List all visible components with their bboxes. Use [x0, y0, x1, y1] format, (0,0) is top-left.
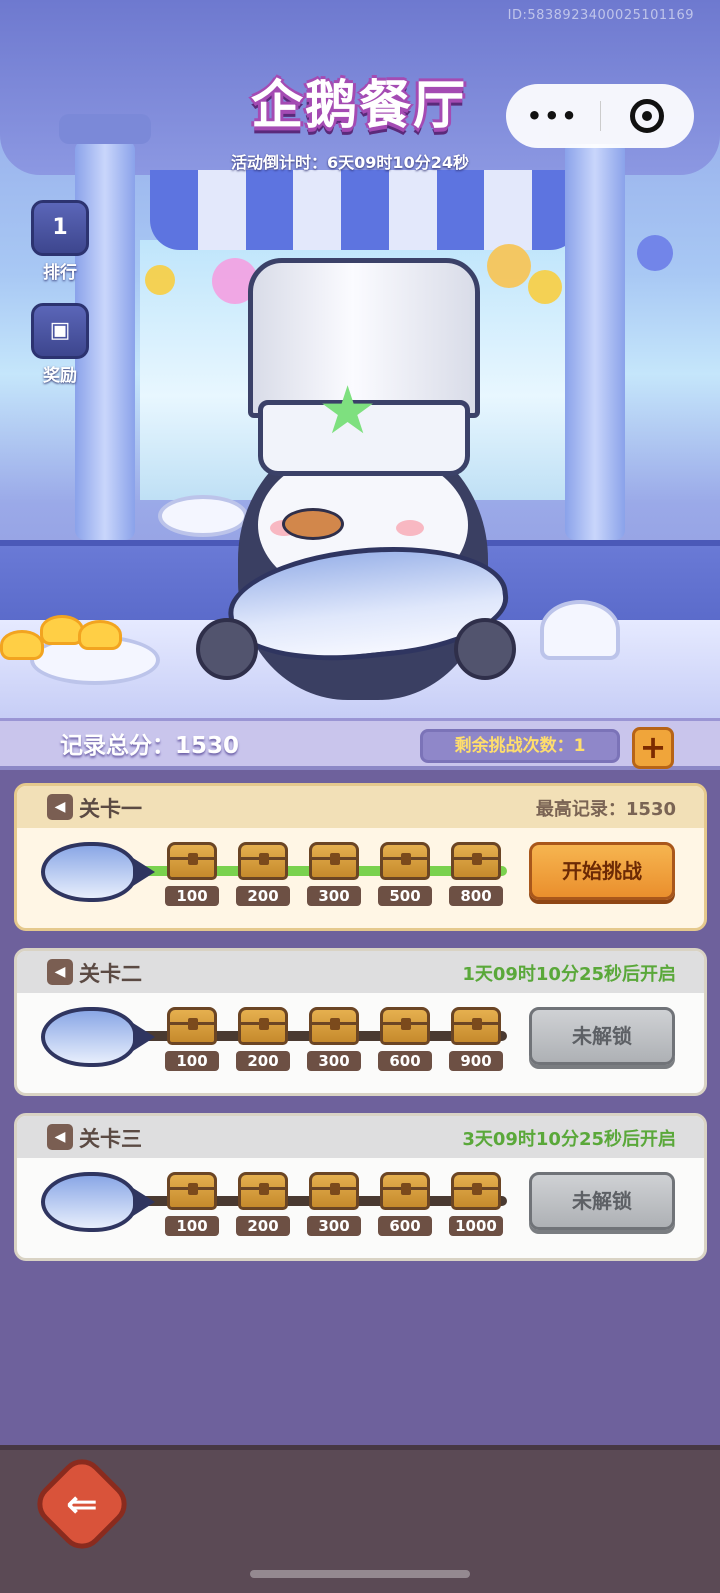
fish-flag-icon: ◀: [47, 959, 73, 985]
treasure-chest-icon: [451, 842, 501, 880]
fish-flag-icon: ◀: [47, 1124, 73, 1150]
unlock-countdown: 1天09时10分25秒后开启: [462, 964, 676, 985]
treasure-chest-icon: ▣: [31, 303, 89, 359]
device-id: ID:5838923400025101169: [507, 8, 694, 23]
penguin-fist: [454, 618, 516, 680]
balloon: [637, 235, 673, 271]
treasure-chest-icon: [380, 1007, 430, 1045]
penguin-beak: [282, 508, 344, 540]
milestone-score: 100: [165, 1216, 219, 1236]
more-dots-icon[interactable]: •••: [506, 102, 600, 130]
milestone-score: 900: [449, 1051, 503, 1071]
milestone-score: 100: [165, 886, 219, 906]
unlock-countdown: 3天09时10分25秒后开启: [462, 1129, 676, 1150]
mini-program-capsule: •••: [506, 84, 694, 148]
milestone-score: 200: [236, 886, 290, 906]
treasure-chest-icon: [380, 1172, 430, 1210]
milestone-score: 200: [236, 1051, 290, 1071]
level-card-2: ◀ 关卡二 1天09时10分25秒后开启 100 200 300 600 900…: [14, 948, 707, 1096]
treasure-chest-icon: [167, 842, 217, 880]
milestone-chest[interactable]: 300: [305, 842, 363, 906]
start-challenge-button[interactable]: 开始挑战: [529, 842, 675, 900]
milestone-score: 300: [307, 886, 361, 906]
treasure-chest-icon: [167, 1007, 217, 1045]
game-title: 企鹅餐厅: [250, 76, 467, 136]
rewards-button[interactable]: ▣ 奖励: [30, 303, 90, 386]
treasure-chest-icon: [238, 1172, 288, 1210]
milestone-score: 600: [378, 1216, 432, 1236]
total-score: 记录总分：1530: [60, 733, 240, 759]
milestone-score: 500: [378, 886, 432, 906]
milestone-score: 1000: [449, 1216, 503, 1236]
ranking-podium-icon: 1: [31, 200, 89, 256]
treasure-chest-icon: [238, 1007, 288, 1045]
treasure-chest-icon: [309, 1172, 359, 1210]
level-name: 关卡三: [79, 1127, 142, 1151]
fish-plate: [158, 495, 248, 537]
balloon: [487, 244, 531, 288]
milestone-chest[interactable]: 100: [163, 842, 221, 906]
right-pillar: [549, 114, 641, 540]
treasure-chest-icon: [380, 842, 430, 880]
level-header: ◀ 关卡三 3天09时10分25秒后开启: [17, 1116, 704, 1158]
milestone-chest[interactable]: 100: [163, 1007, 221, 1071]
milestone-chest[interactable]: 300: [305, 1172, 363, 1236]
fish-icon: [41, 842, 155, 902]
ranking-label: 排行: [43, 263, 77, 283]
lemon-slice: [0, 630, 44, 660]
milestone-score: 800: [449, 886, 503, 906]
level-name: 关卡二: [79, 962, 142, 986]
cloche: [540, 600, 620, 660]
event-countdown: 活动倒计时：6天09时10分24秒: [231, 153, 469, 172]
best-record: 最高记录：1530: [535, 799, 676, 820]
treasure-chest-icon: [167, 1172, 217, 1210]
milestone-chest[interactable]: 200: [234, 842, 292, 906]
level-name: 关卡一: [79, 797, 142, 821]
treasure-chest-icon: [238, 842, 288, 880]
treasure-chest-icon: [451, 1172, 501, 1210]
treasure-chest-icon: [309, 842, 359, 880]
milestone-score: 100: [165, 1051, 219, 1071]
penguin-fist: [196, 618, 258, 680]
milestone-chest[interactable]: 500: [376, 842, 434, 906]
fish-icon: [41, 1007, 155, 1067]
milestone-chest[interactable]: 600: [376, 1172, 434, 1236]
rewards-label: 奖励: [43, 366, 77, 386]
striped-awning: [150, 170, 580, 250]
locked-button[interactable]: 未解锁: [529, 1007, 675, 1065]
balloon: [145, 265, 175, 295]
treasure-chest-icon: [309, 1007, 359, 1045]
milestone-score: 600: [378, 1051, 432, 1071]
milestone-chest[interactable]: 600: [376, 1007, 434, 1071]
milestone-score: 300: [307, 1051, 361, 1071]
milestone-score: 300: [307, 1216, 361, 1236]
milestone-chest[interactable]: 200: [234, 1172, 292, 1236]
milestone-chest[interactable]: 1000: [447, 1172, 505, 1236]
back-arrow-icon: ⇐: [66, 1482, 98, 1526]
mini-program-close-icon[interactable]: [601, 99, 695, 133]
milestone-chest[interactable]: 900: [447, 1007, 505, 1071]
lemon-slice: [78, 620, 122, 650]
ranking-button[interactable]: 1 排行: [30, 200, 90, 283]
level-header: ◀ 关卡一 最高记录：1530: [17, 786, 704, 828]
level-card-3: ◀ 关卡三 3天09时10分25秒后开启 100 200 300 600 100…: [14, 1113, 707, 1261]
balloon: [528, 270, 562, 304]
home-indicator: [250, 1570, 470, 1578]
plus-icon[interactable]: +: [632, 727, 674, 769]
fish-icon: [41, 1172, 155, 1232]
star-icon: ★: [318, 372, 378, 449]
milestone-chest[interactable]: 100: [163, 1172, 221, 1236]
remaining-attempts: 剩余挑战次数：1: [420, 729, 620, 763]
milestone-chest[interactable]: 800: [447, 842, 505, 906]
fish-flag-icon: ◀: [47, 794, 73, 820]
level-card-1: ◀ 关卡一 最高记录：1530 100 200 300 500 800 开始挑战: [14, 783, 707, 931]
milestone-score: 200: [236, 1216, 290, 1236]
milestone-chest[interactable]: 200: [234, 1007, 292, 1071]
penguin-blush: [396, 520, 424, 536]
treasure-chest-icon: [451, 1007, 501, 1045]
level-header: ◀ 关卡二 1天09时10分25秒后开启: [17, 951, 704, 993]
locked-button[interactable]: 未解锁: [529, 1172, 675, 1230]
milestone-chest[interactable]: 300: [305, 1007, 363, 1071]
